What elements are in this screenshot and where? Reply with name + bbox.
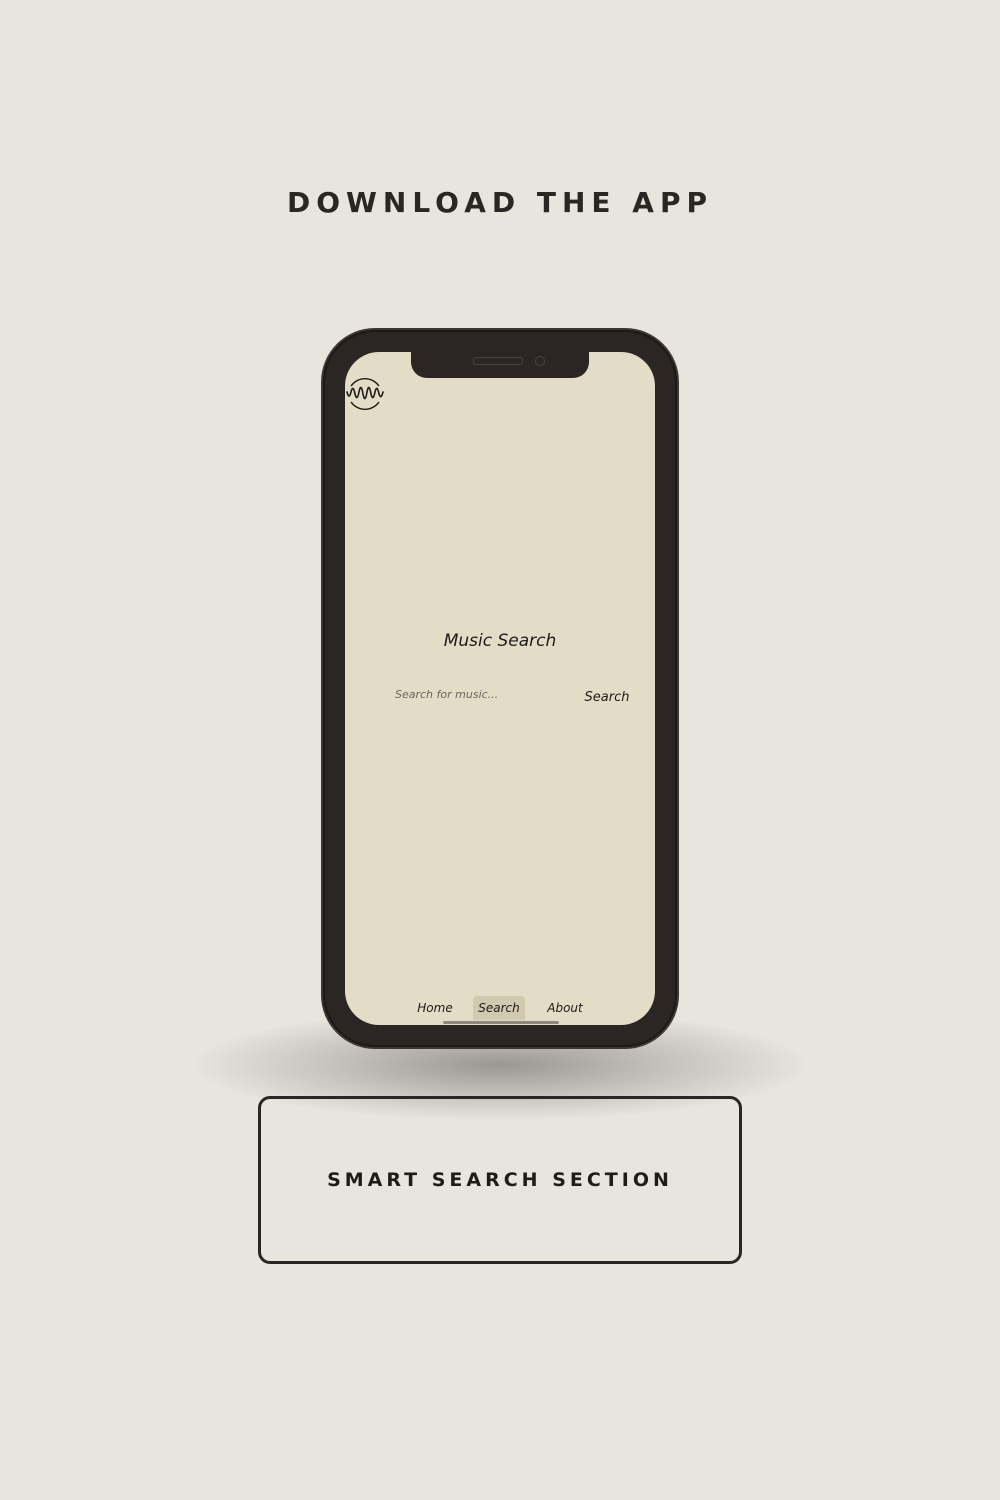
phone-notch <box>411 352 589 378</box>
page-headline: DOWNLOAD THE APP <box>286 186 714 219</box>
tab-about[interactable]: About <box>541 996 589 1020</box>
waveform-circle-icon[interactable] <box>345 374 385 414</box>
home-indicator <box>443 1021 559 1024</box>
search-button[interactable]: Search <box>577 686 637 708</box>
section-label: SMART SEARCH SECTION <box>327 1169 673 1191</box>
bottom-tab-bar: Home Search About <box>345 996 655 1022</box>
search-input[interactable] <box>393 683 567 705</box>
front-camera <box>535 356 545 366</box>
phone-mockup: Music Search Search Home Search About <box>323 330 677 1047</box>
speaker-grille <box>473 357 523 365</box>
section-box: SMART SEARCH SECTION <box>258 1096 742 1264</box>
phone-screen: Music Search Search Home Search About <box>345 352 655 1025</box>
tab-home[interactable]: Home <box>415 996 455 1020</box>
app-title: Music Search <box>443 631 557 651</box>
tab-search[interactable]: Search <box>473 996 525 1020</box>
